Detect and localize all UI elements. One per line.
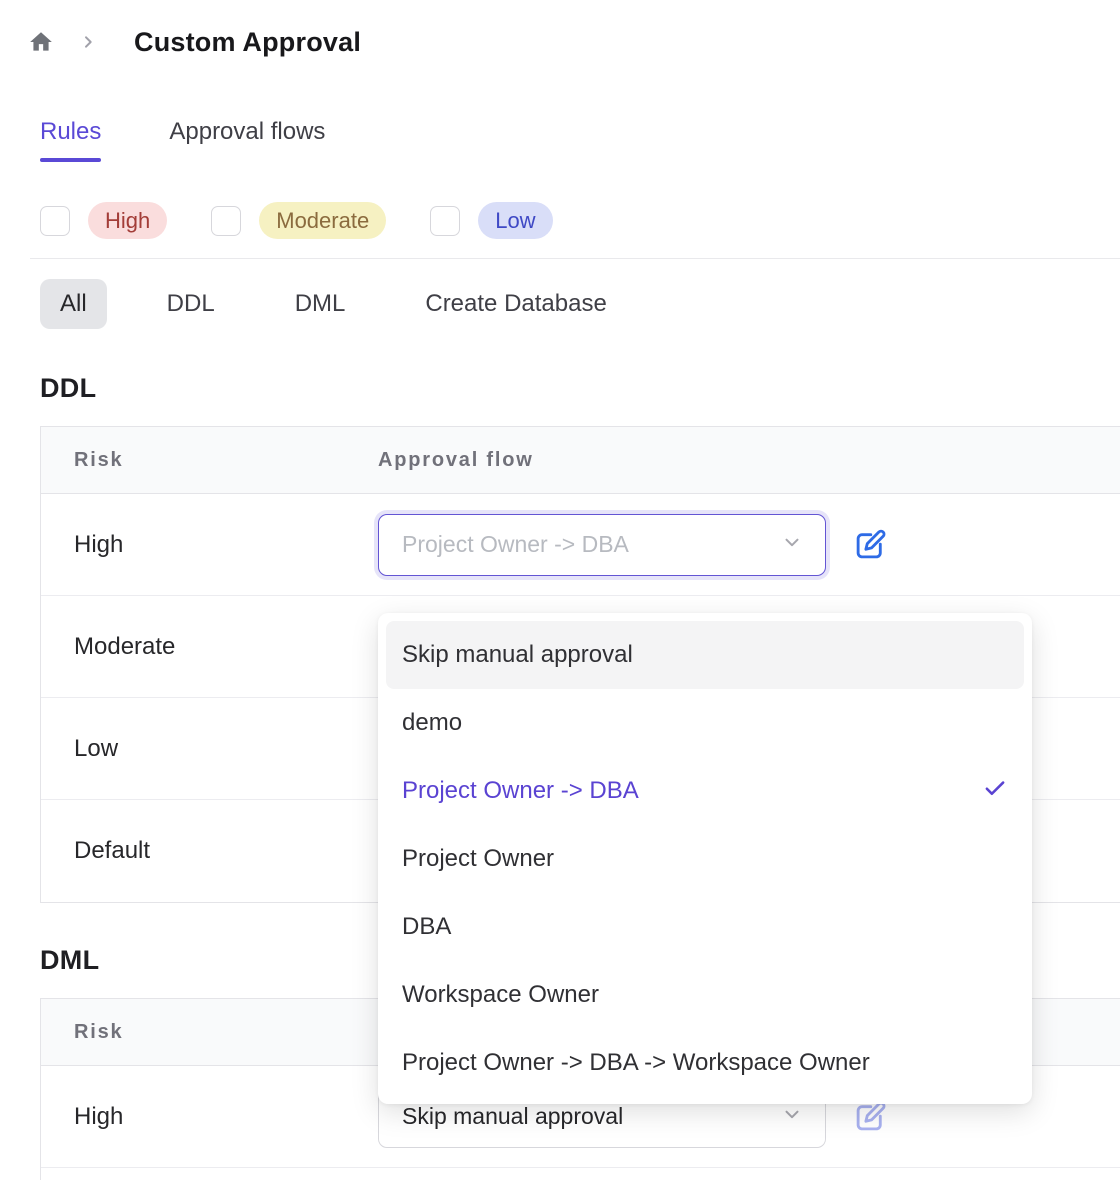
moderate-checkbox[interactable]	[211, 206, 241, 236]
select-value: Skip manual approval	[402, 1103, 623, 1130]
home-icon[interactable]	[28, 29, 54, 55]
approval-flow-dropdown: Skip manual approval demo Project Owner …	[378, 613, 1032, 1104]
approval-flow-column-header: Approval flow	[378, 449, 534, 472]
select-value: Project Owner -> DBA	[402, 531, 629, 558]
dropdown-item-project-owner-dba[interactable]: Project Owner -> DBA	[378, 757, 1032, 825]
high-checkbox[interactable]	[40, 206, 70, 236]
category-tabs: All DDL DML Create Database	[40, 279, 1120, 329]
page-title: Custom Approval	[134, 27, 361, 58]
divider	[30, 258, 1120, 259]
breadcrumb: Custom Approval	[28, 24, 1120, 60]
risk-filter-low: Low	[430, 202, 552, 239]
category-tab-all[interactable]: All	[40, 279, 107, 329]
tab-rules[interactable]: Rules	[40, 118, 101, 162]
risk-column-header: Risk	[41, 1021, 378, 1044]
category-tab-ddl[interactable]: DDL	[147, 279, 235, 329]
top-tabs: Rules Approval flows	[40, 118, 1120, 162]
risk-filter-high: High	[40, 202, 167, 239]
dropdown-item-label: Workspace Owner	[402, 981, 599, 1009]
category-tab-create-database[interactable]: Create Database	[405, 279, 626, 329]
approval-flow-cell: Project Owner -> DBA	[378, 514, 892, 576]
risk-cell: Default	[41, 837, 378, 865]
check-icon	[982, 775, 1008, 808]
dropdown-item-label: Project Owner	[402, 845, 554, 873]
risk-cell: High	[41, 1103, 378, 1131]
edit-icon	[851, 526, 889, 564]
ddl-section-title: DDL	[40, 373, 1120, 404]
dropdown-item-dba[interactable]: DBA	[378, 893, 1032, 961]
dropdown-item-label: demo	[402, 709, 462, 737]
risk-filter-moderate: Moderate	[211, 202, 386, 239]
dropdown-item-label: Skip manual approval	[402, 641, 633, 669]
risk-column-header: Risk	[41, 449, 378, 472]
approval-flow-select-ddl-high[interactable]: Project Owner -> DBA	[378, 514, 826, 576]
ddl-table-header: Risk Approval flow	[41, 427, 1120, 494]
dropdown-item-project-owner[interactable]: Project Owner	[378, 825, 1032, 893]
low-badge: Low	[478, 202, 552, 239]
low-checkbox[interactable]	[430, 206, 460, 236]
moderate-badge: Moderate	[259, 202, 386, 239]
dropdown-item-label: Project Owner -> DBA -> Workspace Owner	[402, 1049, 870, 1077]
risk-filter-row: High Moderate Low	[40, 202, 1120, 239]
risk-cell: Moderate	[41, 633, 378, 661]
tab-approval-flows[interactable]: Approval flows	[169, 118, 325, 162]
risk-cell: Low	[41, 735, 378, 763]
risk-cell: High	[41, 531, 378, 559]
chevron-down-icon	[781, 1103, 803, 1131]
dropdown-item-label: DBA	[402, 913, 451, 941]
dml-row-clipped	[41, 1168, 1120, 1180]
dropdown-item-label: Project Owner -> DBA	[402, 777, 639, 805]
high-badge: High	[88, 202, 167, 239]
dropdown-item-project-owner-dba-workspace-owner[interactable]: Project Owner -> DBA -> Workspace Owner	[378, 1029, 1032, 1097]
ddl-row-high: High Project Owner -> DBA	[41, 494, 1120, 596]
edit-approval-flow-button[interactable]	[848, 523, 892, 567]
category-tab-dml[interactable]: DML	[275, 279, 366, 329]
chevron-right-icon	[80, 34, 96, 50]
dropdown-item-workspace-owner[interactable]: Workspace Owner	[378, 961, 1032, 1029]
dropdown-item-skip-manual-approval[interactable]: Skip manual approval	[386, 621, 1024, 689]
chevron-down-icon	[781, 531, 803, 559]
dropdown-item-demo[interactable]: demo	[378, 689, 1032, 757]
